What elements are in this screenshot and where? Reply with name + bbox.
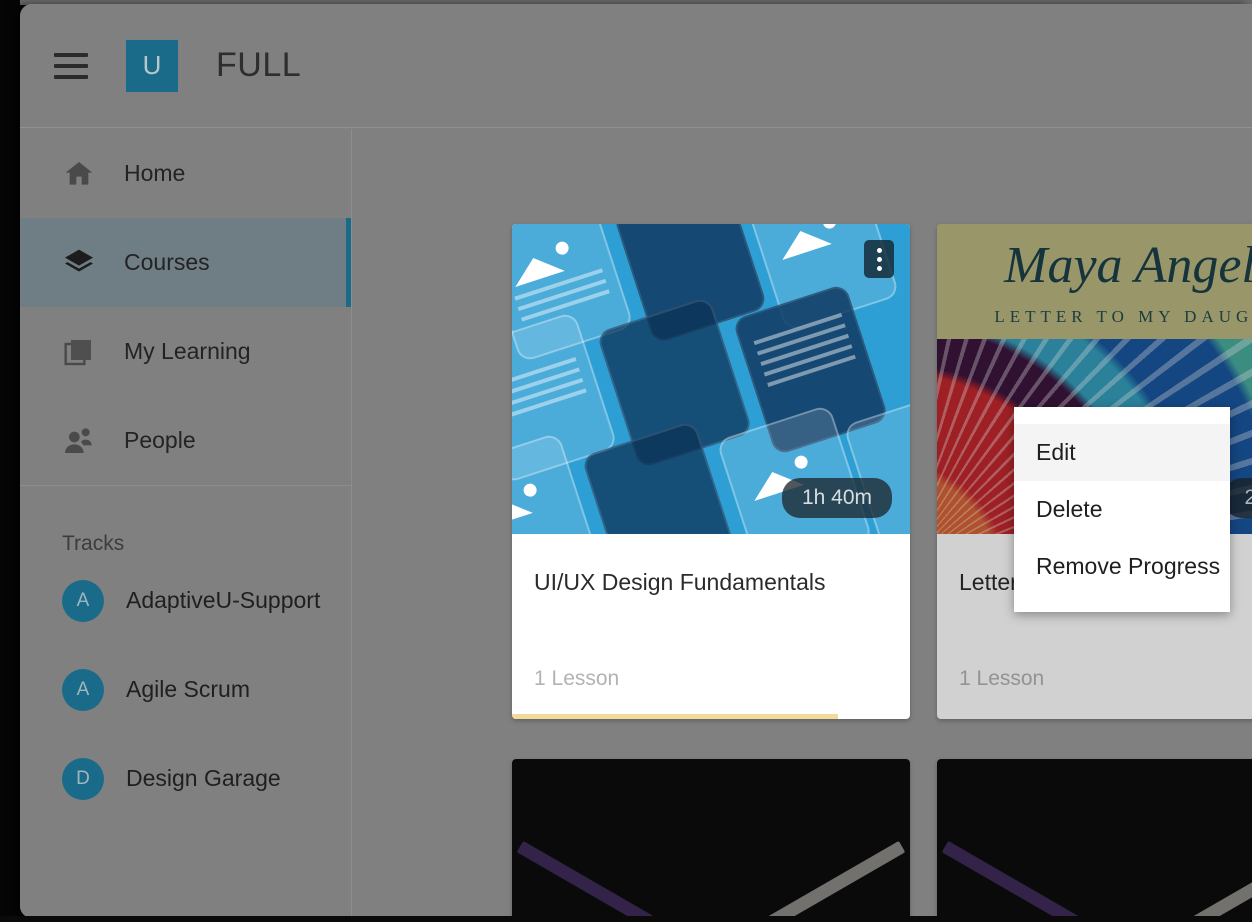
book-author: Maya Angelou xyxy=(1004,236,1252,294)
sidebar-item-home[interactable]: Home xyxy=(20,129,351,218)
context-menu-item-label: Remove Progress xyxy=(1036,553,1221,579)
duration-badge: 1h 40m xyxy=(781,478,892,518)
kebab-menu-icon[interactable] xyxy=(864,240,894,278)
avatar-initial: D xyxy=(76,767,90,789)
window-bottom-edge xyxy=(0,916,1252,922)
avatar: A xyxy=(62,668,104,711)
course-grid: 1h 40m UI/UX Design Fundamentals 1 Lesso… xyxy=(353,129,1252,918)
course-lesson-count: 1 Lesson xyxy=(959,667,1045,690)
layers-icon xyxy=(62,246,96,280)
brand-logo[interactable]: U xyxy=(126,39,178,92)
course-card[interactable]: 1h 40m UI/UX Design Fundamentals 1 Lesso… xyxy=(512,224,910,719)
course-progress-bar xyxy=(512,714,910,719)
course-card[interactable] xyxy=(512,759,910,918)
sidebar-track-design-garage[interactable]: D Design Garage xyxy=(20,734,351,823)
sidebar-item-people[interactable]: People xyxy=(20,396,351,485)
context-menu-item-delete[interactable]: Delete xyxy=(1014,481,1230,538)
sidebar-nav-group: Home Courses My Learning People xyxy=(20,129,351,486)
app-header: U FULL xyxy=(20,4,1252,128)
dark-diagonal-bars-thumbnail xyxy=(512,759,910,918)
sidebar-track-adaptiveu-support[interactable]: A AdaptiveU-Support xyxy=(20,556,351,645)
sidebar-item-label: Courses xyxy=(124,249,210,275)
hamburger-icon[interactable] xyxy=(54,52,88,79)
page-title: FULL xyxy=(216,46,302,84)
sidebar-item-label: My Learning xyxy=(124,338,251,364)
sidebar-track-agile-scrum[interactable]: A Agile Scrum xyxy=(20,645,351,734)
track-label: Agile Scrum xyxy=(126,676,250,702)
brand-logo-letter: U xyxy=(142,50,162,80)
sidebar-item-label: People xyxy=(124,427,196,453)
dark-diagonal-bars-thumbnail xyxy=(937,759,1252,918)
avatar: A xyxy=(62,579,104,622)
home-icon xyxy=(62,157,96,191)
context-menu-item-label: Delete xyxy=(1036,496,1103,522)
window-left-edge xyxy=(0,0,22,922)
sidebar-item-courses[interactable]: Courses xyxy=(20,218,351,307)
track-label: Design Garage xyxy=(126,765,281,791)
course-thumbnail xyxy=(937,759,1252,918)
tracks-list: A AdaptiveU-Support A Agile Scrum D Desi… xyxy=(20,556,351,823)
sidebar-item-label: Home xyxy=(124,160,186,186)
course-card-body: UI/UX Design Fundamentals 1 Lesson xyxy=(512,534,910,719)
sidebar-item-my-learning[interactable]: My Learning xyxy=(20,307,351,396)
course-thumbnail xyxy=(512,759,910,918)
card-context-menu: Edit Delete Remove Progress xyxy=(1014,407,1230,612)
people-icon xyxy=(62,424,96,458)
context-menu-item-remove-progress[interactable]: Remove Progress xyxy=(1014,538,1230,595)
course-card[interactable] xyxy=(937,759,1252,918)
avatar-initial: A xyxy=(76,678,90,700)
book-subtitle: LETTER TO MY DAUGHTER xyxy=(994,306,1252,326)
course-title: UI/UX Design Fundamentals xyxy=(534,569,826,595)
track-label: AdaptiveU-Support xyxy=(126,587,321,613)
book-cover-header: Maya Angelou LETTER TO MY DAUGHTER xyxy=(937,224,1252,339)
course-thumbnail: 1h 40m xyxy=(512,224,910,534)
avatar-initial: A xyxy=(76,589,90,611)
avatar: D xyxy=(62,757,104,800)
sidebar: Home Courses My Learning People Tracks A… xyxy=(20,129,352,918)
course-progress-fill xyxy=(512,714,839,719)
context-menu-item-edit[interactable]: Edit xyxy=(1014,424,1230,481)
tracks-heading: Tracks xyxy=(62,532,125,555)
context-menu-item-label: Edit xyxy=(1036,439,1076,465)
application-window: U FULL Home Courses My Learning People T… xyxy=(20,4,1252,918)
books-icon xyxy=(62,335,96,369)
course-lesson-count: 1 Lesson xyxy=(534,667,620,690)
